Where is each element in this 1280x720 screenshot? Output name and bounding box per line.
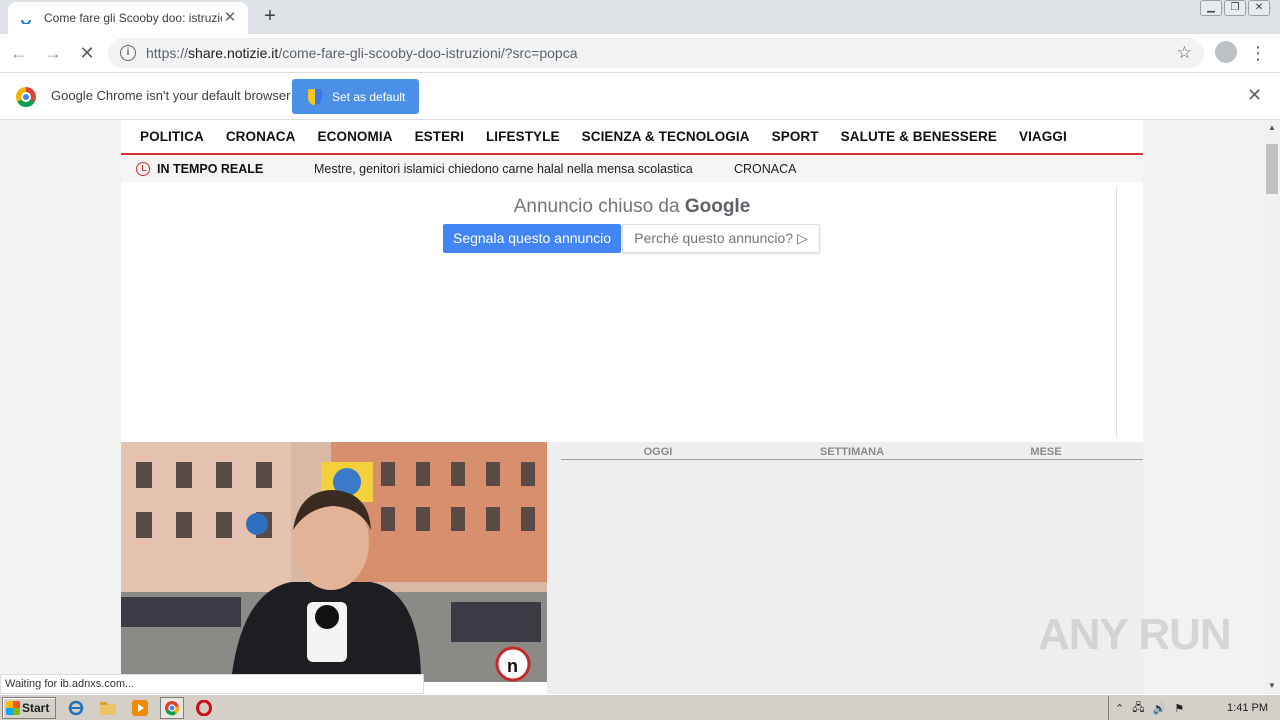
windows-taskbar: Start ⌃ 🖧 🔊 ⚑ 1:41 PM xyxy=(0,694,1280,720)
closed-ad-box: Annuncio chiuso da Google Segnala questo… xyxy=(147,186,1117,438)
network-icon[interactable]: 🖧 xyxy=(1132,699,1144,718)
video-frame-image: n xyxy=(121,442,547,682)
live-ticker: IN TEMPO REALE Mestre, genitori islamici… xyxy=(121,156,1143,182)
ticker-category[interactable]: CRONACA xyxy=(734,162,797,176)
action-center-flag-icon[interactable]: ⚑ xyxy=(1174,702,1184,715)
page-viewport: POLITICA CRONACA ECONOMIA ESTERI LIFESTY… xyxy=(0,120,1264,694)
ticker-headline[interactable]: Mestre, genitori islamici chiedono carne… xyxy=(314,162,693,176)
clock-icon xyxy=(136,162,150,176)
url-host: share.notizie.it xyxy=(188,45,279,61)
tray-expand-icon[interactable]: ⌃ xyxy=(1115,702,1124,715)
bookmark-star-icon[interactable]: ☆ xyxy=(1177,43,1192,63)
ticker-label: IN TEMPO REALE xyxy=(157,162,264,176)
infobar-close-icon[interactable]: ✕ xyxy=(1247,85,1262,106)
report-ad-button[interactable]: Segnala questo annuncio xyxy=(443,224,621,253)
stop-loading-button[interactable]: ✕ xyxy=(72,38,102,68)
browser-tab[interactable]: Come fare gli Scooby doo: istruzioni ✕ xyxy=(8,2,248,34)
nav-item-esteri[interactable]: ESTERI xyxy=(415,129,464,144)
site-info-icon[interactable]: i xyxy=(120,45,136,61)
popular-tabs: OGGI SETTIMANA MESE xyxy=(561,444,1143,460)
address-bar[interactable]: i https://share.notizie.it/come-fare-gli… xyxy=(108,38,1204,68)
google-brand: Google xyxy=(684,196,751,217)
url-path: /come-fare-gli-scooby-doo-istruzioni/?sr… xyxy=(278,45,578,61)
url-scheme: https:// xyxy=(146,45,189,61)
start-button[interactable]: Start xyxy=(2,696,56,719)
tab-strip: Come fare gli Scooby doo: istruzioni ✕ +… xyxy=(0,0,1280,34)
svg-text:n: n xyxy=(507,656,518,676)
volume-icon[interactable]: 🔊 xyxy=(1152,702,1166,715)
video-player[interactable]: n xyxy=(121,442,547,682)
scroll-thumb[interactable] xyxy=(1266,144,1278,194)
scroll-up-icon[interactable]: ▲ xyxy=(1264,120,1280,136)
nav-item-viaggi[interactable]: VIAGGI xyxy=(1019,129,1067,144)
back-button[interactable]: ← xyxy=(4,38,34,68)
ad-closed-label: Annuncio chiuso da xyxy=(513,196,680,217)
nav-item-scienza-tecnologia[interactable]: SCIENZA & TECNOLOGIA xyxy=(582,129,750,144)
nav-item-politica[interactable]: POLITICA xyxy=(140,129,204,144)
start-label: Start xyxy=(22,700,50,715)
set-default-button[interactable]: Set as default xyxy=(292,79,419,114)
new-tab-button[interactable]: + xyxy=(258,4,282,28)
media-player-icon[interactable] xyxy=(128,697,152,719)
browser-toolbar: ← → ✕ i https://share.notizie.it/come-fa… xyxy=(0,34,1280,72)
site-nav: POLITICA CRONACA ECONOMIA ESTERI LIFESTY… xyxy=(121,120,1143,155)
forward-button[interactable]: → xyxy=(38,38,68,68)
taskbar-clock[interactable]: 1:41 PM xyxy=(1227,702,1268,714)
chrome-menu-icon[interactable]: ⋮ xyxy=(1248,38,1268,68)
minimize-button[interactable]: ▁ xyxy=(1200,0,1222,16)
nav-item-sport[interactable]: SPORT xyxy=(772,129,819,144)
ie-icon[interactable] xyxy=(64,697,88,719)
opera-icon[interactable] xyxy=(192,697,216,719)
scroll-down-icon[interactable]: ▼ xyxy=(1264,678,1280,694)
page-content: POLITICA CRONACA ECONOMIA ESTERI LIFESTY… xyxy=(121,120,1143,694)
profile-avatar[interactable] xyxy=(1215,41,1237,63)
tab-close-icon[interactable]: ✕ xyxy=(222,10,238,26)
nav-item-salute-benessere[interactable]: SALUTE & BENESSERE xyxy=(841,129,997,144)
tab-mese[interactable]: MESE xyxy=(949,444,1143,459)
infobar-message: Google Chrome isn't your default browser xyxy=(51,88,291,103)
folder-icon[interactable] xyxy=(96,697,120,719)
chrome-taskbar-icon[interactable] xyxy=(160,696,184,719)
tab-title: Come fare gli Scooby doo: istruzioni xyxy=(44,11,222,25)
nav-item-economia[interactable]: ECONOMIA xyxy=(318,129,393,144)
shield-icon xyxy=(308,88,322,105)
tab-oggi[interactable]: OGGI xyxy=(561,444,755,459)
system-tray: ⌃ 🖧 🔊 ⚑ 1:41 PM xyxy=(1108,696,1280,720)
maximize-button[interactable]: ❐ xyxy=(1224,0,1246,16)
close-window-button[interactable]: ✕ xyxy=(1248,0,1270,16)
set-default-label: Set as default xyxy=(332,89,406,104)
loading-spinner-icon xyxy=(18,10,34,26)
default-browser-infobar: Google Chrome isn't your default browser… xyxy=(0,72,1280,120)
chrome-logo-icon xyxy=(16,87,36,107)
ad-closed-text: Annuncio chiuso da Google xyxy=(147,196,1117,218)
nav-item-cronaca[interactable]: CRONACA xyxy=(226,129,296,144)
why-this-ad-button[interactable]: Perché questo annuncio? ▷ xyxy=(622,224,820,253)
page-scrollbar[interactable]: ▲ ▼ xyxy=(1264,120,1280,694)
windows-logo-icon xyxy=(6,700,20,715)
nav-item-lifestyle[interactable]: LIFESTYLE xyxy=(486,129,560,144)
status-bubble: Waiting for ib.adnxs.com... xyxy=(0,674,424,694)
url-text[interactable]: https://share.notizie.it/come-fare-gli-s… xyxy=(146,45,1177,61)
window-controls: ▁ ❐ ✕ xyxy=(1200,0,1270,16)
tab-settimana[interactable]: SETTIMANA xyxy=(755,444,949,459)
watermark-logo: ANY RUN xyxy=(1038,610,1232,659)
